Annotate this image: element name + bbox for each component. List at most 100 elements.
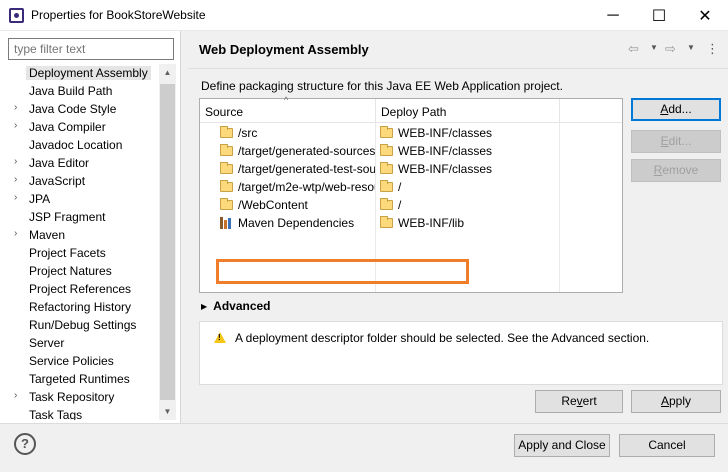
table-row[interactable]: Maven Dependencies WEB-INF/lib xyxy=(200,215,622,233)
sidebar-item-label: Maven xyxy=(29,228,66,242)
expand-arrow-icon[interactable]: › xyxy=(14,174,17,185)
sidebar-item-label: Java Code Style xyxy=(29,102,117,116)
sidebar-item-label: JSP Fragment xyxy=(29,210,106,224)
remove-button[interactable]: Remove xyxy=(631,159,721,182)
deploy-path-text: / xyxy=(398,180,402,194)
deploy-path-cell: WEB-INF/lib xyxy=(380,216,560,233)
sidebar-item-label: Server xyxy=(29,336,65,350)
sidebar-item-run-debug-settings[interactable]: Run/Debug Settings xyxy=(0,316,158,334)
sidebar-item-java-build-path[interactable]: Java Build Path xyxy=(0,82,158,100)
column-header-source[interactable]: ^ Source xyxy=(200,95,376,123)
expand-arrow-icon[interactable]: › xyxy=(14,228,17,239)
sidebar-item-label: Targeted Runtimes xyxy=(29,372,130,386)
sidebar-item-label: Javadoc Location xyxy=(29,138,123,152)
sort-ascending-icon: ^ xyxy=(284,95,289,105)
sidebar-item-java-code-style[interactable]: › Java Code Style xyxy=(0,100,158,118)
expand-arrow-icon[interactable]: › xyxy=(14,156,17,167)
warning-icon xyxy=(214,332,226,343)
forward-arrow-icon[interactable]: ⇨ xyxy=(665,41,676,57)
folder-icon xyxy=(220,180,233,192)
sidebar-item-project-references[interactable]: Project References xyxy=(0,280,158,298)
column-header-deploy-path[interactable]: Deploy Path xyxy=(376,99,560,123)
expand-arrow-icon[interactable]: › xyxy=(14,192,17,203)
help-icon[interactable]: ? xyxy=(14,433,36,455)
deploy-path-cell: / xyxy=(380,198,560,215)
folder-icon xyxy=(380,180,393,192)
scroll-down-icon[interactable]: ▼ xyxy=(159,403,176,420)
page-header: Web Deployment Assembly ⇦ ▼ ⇨ ▼ ⋮ xyxy=(188,31,728,69)
sidebar-item-java-compiler[interactable]: › Java Compiler xyxy=(0,118,158,136)
table-row[interactable]: /target/generated-sources WEB-INF/classes xyxy=(200,143,622,161)
expand-arrow-icon[interactable]: › xyxy=(14,102,17,113)
table-row[interactable]: /target/generated-test-sources WEB-INF/cl… xyxy=(200,161,622,179)
warning-message: A deployment descriptor folder should be… xyxy=(235,331,650,345)
sidebar-item-task-tags[interactable]: Task Tags xyxy=(0,406,158,420)
deployment-assembly-table: ^ Source Deploy Path /src WEB-INF/classes… xyxy=(199,95,623,293)
sidebar-item-label: Refactoring History xyxy=(29,300,132,314)
view-menu-icon[interactable]: ⋮ xyxy=(706,41,719,57)
sidebar-item-label: JPA xyxy=(29,192,51,206)
back-dropdown-icon[interactable]: ▼ xyxy=(650,43,658,52)
sidebar-item-refactoring-history[interactable]: Refactoring History xyxy=(0,298,158,316)
dialog-footer: ? Apply and Close Cancel xyxy=(0,423,728,472)
table-row[interactable]: /src WEB-INF/classes xyxy=(200,125,622,143)
back-arrow-icon[interactable]: ⇦ xyxy=(628,41,639,57)
folder-icon xyxy=(380,162,393,174)
advanced-section-toggle[interactable]: ▶ Advanced xyxy=(201,299,271,313)
sidebar-item-targeted-runtimes[interactable]: Targeted Runtimes xyxy=(0,370,158,388)
add-button[interactable]: Add... xyxy=(631,98,721,121)
sidebar-item-label: Task Repository xyxy=(29,390,115,404)
source-cell: /target/generated-sources xyxy=(220,144,375,161)
cancel-button[interactable]: Cancel xyxy=(619,434,715,457)
minimize-button[interactable]: ─ xyxy=(590,0,636,31)
edit-button[interactable]: Edit... xyxy=(631,130,721,153)
sidebar-item-project-natures[interactable]: Project Natures xyxy=(0,262,158,280)
sidebar-item-java-editor[interactable]: › Java Editor xyxy=(0,154,158,172)
sidebar-item-deployment-assembly[interactable]: Deployment Assembly xyxy=(0,64,158,82)
sidebar-item-javascript[interactable]: › JavaScript xyxy=(0,172,158,190)
expand-arrow-icon[interactable]: › xyxy=(14,120,17,131)
sidebar-item-jsp-fragment[interactable]: JSP Fragment xyxy=(0,208,158,226)
title-bar: Properties for BookStoreWebsite ─ ☐ ✕ xyxy=(0,0,728,31)
advanced-label: Advanced xyxy=(213,299,271,313)
apply-button[interactable]: Apply xyxy=(631,390,721,413)
sidebar-item-maven[interactable]: › Maven xyxy=(0,226,158,244)
source-cell: /target/generated-test-sources xyxy=(220,162,375,179)
folder-icon xyxy=(220,198,233,210)
deploy-path-text: WEB-INF/classes xyxy=(398,162,493,176)
folder-icon xyxy=(220,126,233,138)
filter-input[interactable] xyxy=(8,38,174,60)
forward-dropdown-icon[interactable]: ▼ xyxy=(687,43,695,52)
sidebar-item-project-facets[interactable]: Project Facets xyxy=(0,244,158,262)
revert-button[interactable]: Revert xyxy=(535,390,623,413)
table-row[interactable]: /target/m2e-wtp/web-resources / xyxy=(200,179,622,197)
window-title: Properties for BookStoreWebsite xyxy=(31,8,206,22)
source-cell: /src xyxy=(220,126,375,143)
expand-arrow-icon[interactable]: › xyxy=(14,390,17,401)
highlight-annotation-box xyxy=(216,259,469,284)
tree-scrollbar[interactable]: ▲ ▼ xyxy=(159,64,176,420)
property-page-tree-pane: Deployment Assembly Java Build Path › Java … xyxy=(0,31,180,423)
pane-splitter[interactable] xyxy=(180,31,188,423)
source-cell: /WebContent xyxy=(220,198,375,215)
source-cell: /target/m2e-wtp/web-resources xyxy=(220,180,375,197)
folder-icon xyxy=(380,126,393,138)
source-text: /target/m2e-wtp/web-resources xyxy=(238,180,375,194)
sidebar-item-label: Project Facets xyxy=(29,246,106,260)
sidebar-item-server[interactable]: Server xyxy=(0,334,158,352)
sidebar-item-javadoc-location[interactable]: Javadoc Location xyxy=(0,136,158,154)
deploy-path-text: WEB-INF/lib xyxy=(398,216,464,230)
scroll-up-icon[interactable]: ▲ xyxy=(159,64,176,81)
maximize-button[interactable]: ☐ xyxy=(636,0,682,31)
table-row[interactable]: /WebContent / xyxy=(200,197,622,215)
folder-icon xyxy=(380,216,393,228)
apply-and-close-button[interactable]: Apply and Close xyxy=(514,434,610,457)
scrollbar-thumb[interactable] xyxy=(160,84,175,400)
sidebar-item-jpa[interactable]: › JPA xyxy=(0,190,158,208)
close-button[interactable]: ✕ xyxy=(682,0,728,31)
sidebar-item-service-policies[interactable]: Service Policies xyxy=(0,352,158,370)
sidebar-item-label: JavaScript xyxy=(29,174,86,188)
page-description: Define packaging structure for this Java… xyxy=(201,79,563,93)
sidebar-item-label: Run/Debug Settings xyxy=(29,318,137,332)
sidebar-item-task-repository[interactable]: › Task Repository xyxy=(0,388,158,406)
